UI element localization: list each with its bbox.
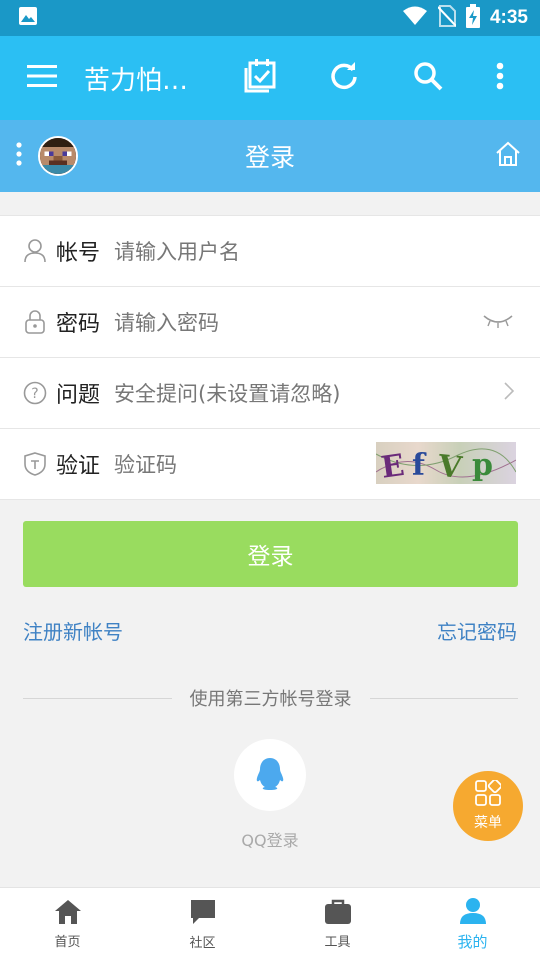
- dots-vertical-icon: [16, 142, 22, 170]
- side-menu-button[interactable]: [0, 142, 38, 170]
- chevron-right-icon: [504, 382, 515, 404]
- lock-icon: [22, 309, 48, 335]
- tab-label: 首页: [54, 934, 81, 950]
- login-button[interactable]: 登录: [23, 521, 518, 587]
- tab-label: 工具: [324, 934, 351, 950]
- captcha-image[interactable]: E f V p: [376, 442, 516, 484]
- refresh-icon: [329, 61, 359, 95]
- floating-menu-button[interactable]: 菜单: [453, 771, 523, 841]
- battery-charging-icon: [465, 4, 480, 32]
- question-select[interactable]: 安全提问(未设置请忽略): [114, 378, 340, 408]
- divider-line: [23, 697, 172, 699]
- toolbox-icon: [324, 899, 352, 929]
- verify-input[interactable]: 验证码: [114, 449, 177, 479]
- status-bar: 4:35: [0, 0, 540, 36]
- password-row[interactable]: 密码 请输入密码: [0, 287, 540, 358]
- shield-icon: [22, 451, 48, 477]
- more-vert-icon: [496, 62, 504, 94]
- home-button[interactable]: [494, 140, 522, 172]
- app-bar: 苦力怕…: [0, 36, 540, 120]
- eye-closed-icon[interactable]: [482, 312, 514, 332]
- question-label: 问题: [56, 383, 101, 408]
- wifi-icon: [402, 6, 428, 30]
- qq-login-button[interactable]: [234, 739, 306, 811]
- tab-tools[interactable]: 工具: [270, 888, 405, 960]
- search-button[interactable]: [386, 36, 470, 120]
- floating-menu-label: 菜单: [474, 815, 502, 831]
- refresh-button[interactable]: [302, 36, 386, 120]
- home-outline-icon: [494, 141, 522, 172]
- search-icon: [413, 61, 443, 95]
- grid-menu-icon: [475, 778, 503, 810]
- verify-row[interactable]: 验证 验证码 E f V p: [0, 429, 540, 500]
- account-input[interactable]: 请输入用户名: [114, 236, 240, 266]
- question-circle-icon: ?: [22, 380, 48, 406]
- account-label: 帐号: [56, 241, 101, 266]
- question-row[interactable]: ? 问题 安全提问(未设置请忽略): [0, 358, 540, 429]
- password-label: 密码: [56, 312, 101, 337]
- user-icon: [22, 238, 48, 264]
- tab-mine[interactable]: 我的: [405, 888, 540, 960]
- forgot-password-link[interactable]: 忘记密码: [437, 616, 517, 645]
- tab-label: 我的: [457, 932, 488, 951]
- chat-icon: [189, 898, 217, 930]
- qq-login-label: QQ登录: [241, 831, 299, 850]
- third-party-heading: 使用第三方帐号登录: [189, 689, 352, 710]
- avatar[interactable]: [38, 136, 78, 176]
- clock: 4:35: [489, 7, 528, 28]
- no-sim-icon: [437, 5, 457, 31]
- person-icon: [459, 897, 487, 929]
- tab-community[interactable]: 社区: [135, 888, 270, 960]
- calendar-check-icon: [242, 58, 278, 98]
- svg-text:f: f: [412, 448, 427, 483]
- verify-label: 验证: [56, 454, 101, 479]
- page-title: 登录: [244, 143, 295, 172]
- tab-home[interactable]: 首页: [0, 888, 135, 960]
- register-link[interactable]: 注册新帐号: [23, 616, 123, 645]
- login-form: 帐号 请输入用户名 密码 请输入密码 ? 问题 安全提问(未设置请忽略) 验证 …: [0, 215, 540, 500]
- account-row[interactable]: 帐号 请输入用户名: [0, 216, 540, 287]
- image-notification-icon: [18, 6, 38, 30]
- svg-text:p: p: [472, 448, 493, 483]
- menu-icon: [27, 65, 57, 91]
- app-title: 苦力怕…: [84, 65, 189, 96]
- svg-text:V: V: [436, 449, 465, 484]
- divider-line: [369, 697, 518, 699]
- more-button[interactable]: [470, 36, 530, 120]
- third-party-divider: 使用第三方帐号登录: [23, 686, 518, 710]
- home-icon: [54, 899, 82, 929]
- calendar-button[interactable]: [218, 36, 302, 120]
- bottom-tab-bar: 首页 社区 工具 我的: [0, 887, 540, 960]
- svg-text:?: ?: [31, 386, 38, 402]
- svg-text:E: E: [379, 448, 407, 484]
- qq-penguin-icon: [252, 755, 288, 795]
- page-header: 登录: [0, 120, 540, 192]
- menu-button[interactable]: [0, 36, 84, 120]
- tab-label: 社区: [189, 935, 216, 951]
- password-input[interactable]: 请输入密码: [114, 307, 219, 337]
